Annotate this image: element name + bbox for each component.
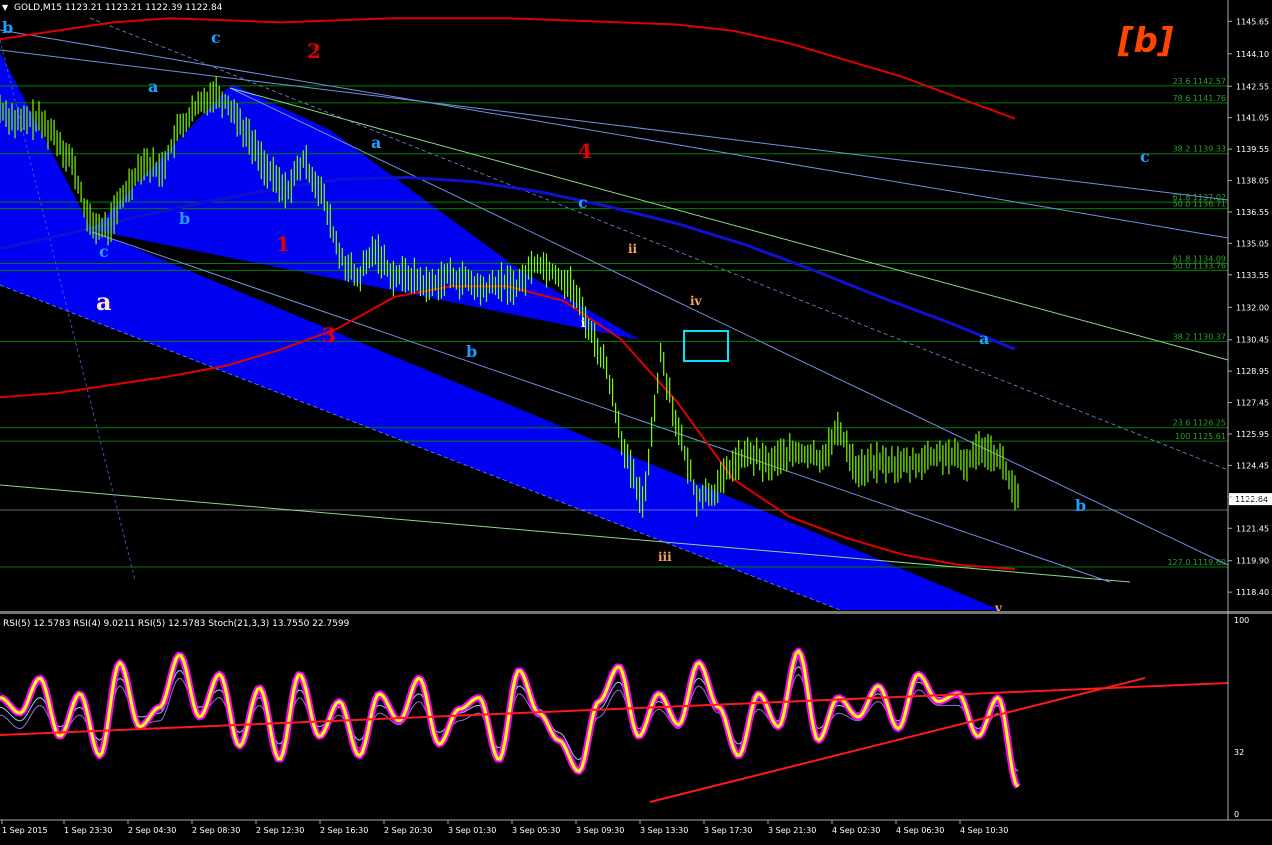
osc-tick-label: 100 xyxy=(1234,616,1249,625)
wave-label: c xyxy=(211,28,221,47)
time-label: 2 Sep 20:30 xyxy=(384,826,432,835)
wave-label: 1 xyxy=(276,232,290,256)
time-label: 4 Sep 02:30 xyxy=(832,826,880,835)
price-tick-label: 1135.05 xyxy=(1236,239,1269,248)
wave-label: iv xyxy=(690,294,703,308)
wave-label: b xyxy=(1075,496,1086,515)
price-tick-label: 1127.45 xyxy=(1236,399,1269,408)
dropdown-triangle-icon[interactable]: ▼ xyxy=(2,3,9,12)
time-label: 4 Sep 06:30 xyxy=(896,826,944,835)
time-label: 2 Sep 08:30 xyxy=(192,826,240,835)
wave-label: c xyxy=(578,193,588,212)
fib-label: 38.2 1130.37 xyxy=(1173,332,1226,341)
osc-tick-label: 0 xyxy=(1234,810,1239,819)
fib-label: 50.0 1133.76 xyxy=(1173,261,1226,270)
wave-label: i xyxy=(581,316,586,330)
time-label: 2 Sep 16:30 xyxy=(320,826,368,835)
price-tick-label: 1141.05 xyxy=(1236,114,1269,123)
price-tick-label: 1142.55 xyxy=(1236,82,1269,91)
wave-label: 4 xyxy=(578,139,592,163)
wave-label: a xyxy=(371,133,381,152)
price-tick-label: 1145.65 xyxy=(1236,17,1269,26)
time-label: 3 Sep 21:30 xyxy=(768,826,816,835)
price-tick-label: 1119.90 xyxy=(1236,557,1269,566)
symbol-header: GOLD,M15 1123.21 1123.21 1122.39 1122.84 xyxy=(14,3,223,13)
price-tick-label: 1125.95 xyxy=(1236,430,1269,439)
time-label: 4 Sep 10:30 xyxy=(960,826,1008,835)
price-tick-label: 1144.10 xyxy=(1236,50,1269,59)
fib-label: 100 1125.61 xyxy=(1175,432,1226,441)
panel-divider xyxy=(0,611,1272,614)
wave-label: 2 xyxy=(307,39,321,63)
price-tick-label: 1136.55 xyxy=(1236,208,1269,217)
time-label: 1 Sep 23:30 xyxy=(64,826,112,835)
time-label: 1 Sep 2015 xyxy=(2,826,48,835)
wave-label: b xyxy=(2,18,13,37)
time-label: 3 Sep 17:30 xyxy=(704,826,752,835)
price-tick-label: 1138.05 xyxy=(1236,177,1269,186)
wave-label: b xyxy=(466,342,477,361)
price-tick-label: 1118.40 xyxy=(1236,588,1269,597)
price-tick-label: 1121.45 xyxy=(1236,524,1269,533)
time-label: 2 Sep 12:30 xyxy=(256,826,304,835)
time-label: 3 Sep 01:30 xyxy=(448,826,496,835)
wave-label: c xyxy=(99,242,109,261)
time-label: 3 Sep 09:30 xyxy=(576,826,624,835)
fib-label: 23.6 1142.57 xyxy=(1173,77,1226,86)
wave-label: a xyxy=(96,287,112,316)
wave-label: 3 xyxy=(322,323,336,347)
time-label: 2 Sep 04:30 xyxy=(128,826,176,835)
price-tick-label: 1139.55 xyxy=(1236,145,1269,154)
price-tick-label: 1122.95 xyxy=(1236,493,1269,502)
fib-label: 23.6 1126.25 xyxy=(1173,419,1226,428)
oscillator-header: RSI(5) 12.5783 RSI(4) 9.0211 RSI(5) 12.5… xyxy=(3,619,350,629)
price-tick-label: 1133.55 xyxy=(1236,271,1269,280)
wave-label: a xyxy=(979,329,989,348)
osc-tick-label: 32 xyxy=(1234,748,1244,757)
time-label: 3 Sep 05:30 xyxy=(512,826,560,835)
fib-label: 50.0 1136.71 xyxy=(1173,200,1226,209)
price-tick-label: 1124.45 xyxy=(1236,461,1269,470)
wave-label: iii xyxy=(658,550,672,564)
price-tick-label: 1132.00 xyxy=(1236,303,1269,312)
chart-canvas[interactable]: 23.6 1142.5778.6 1141.7638.2 1139.3361.8… xyxy=(0,0,1272,845)
wave-label: c xyxy=(1140,147,1150,166)
price-tick-label: 1130.45 xyxy=(1236,336,1269,345)
fib-label: 78.6 1141.76 xyxy=(1173,94,1226,103)
time-label: 3 Sep 13:30 xyxy=(640,826,688,835)
watermark-label: [b] xyxy=(1117,21,1174,61)
fib-label: 38.2 1139.33 xyxy=(1173,145,1226,154)
wave-label: b xyxy=(179,209,190,228)
wave-label: ii xyxy=(628,242,638,256)
wave-label: a xyxy=(148,77,158,96)
price-tick-label: 1128.95 xyxy=(1236,367,1269,376)
